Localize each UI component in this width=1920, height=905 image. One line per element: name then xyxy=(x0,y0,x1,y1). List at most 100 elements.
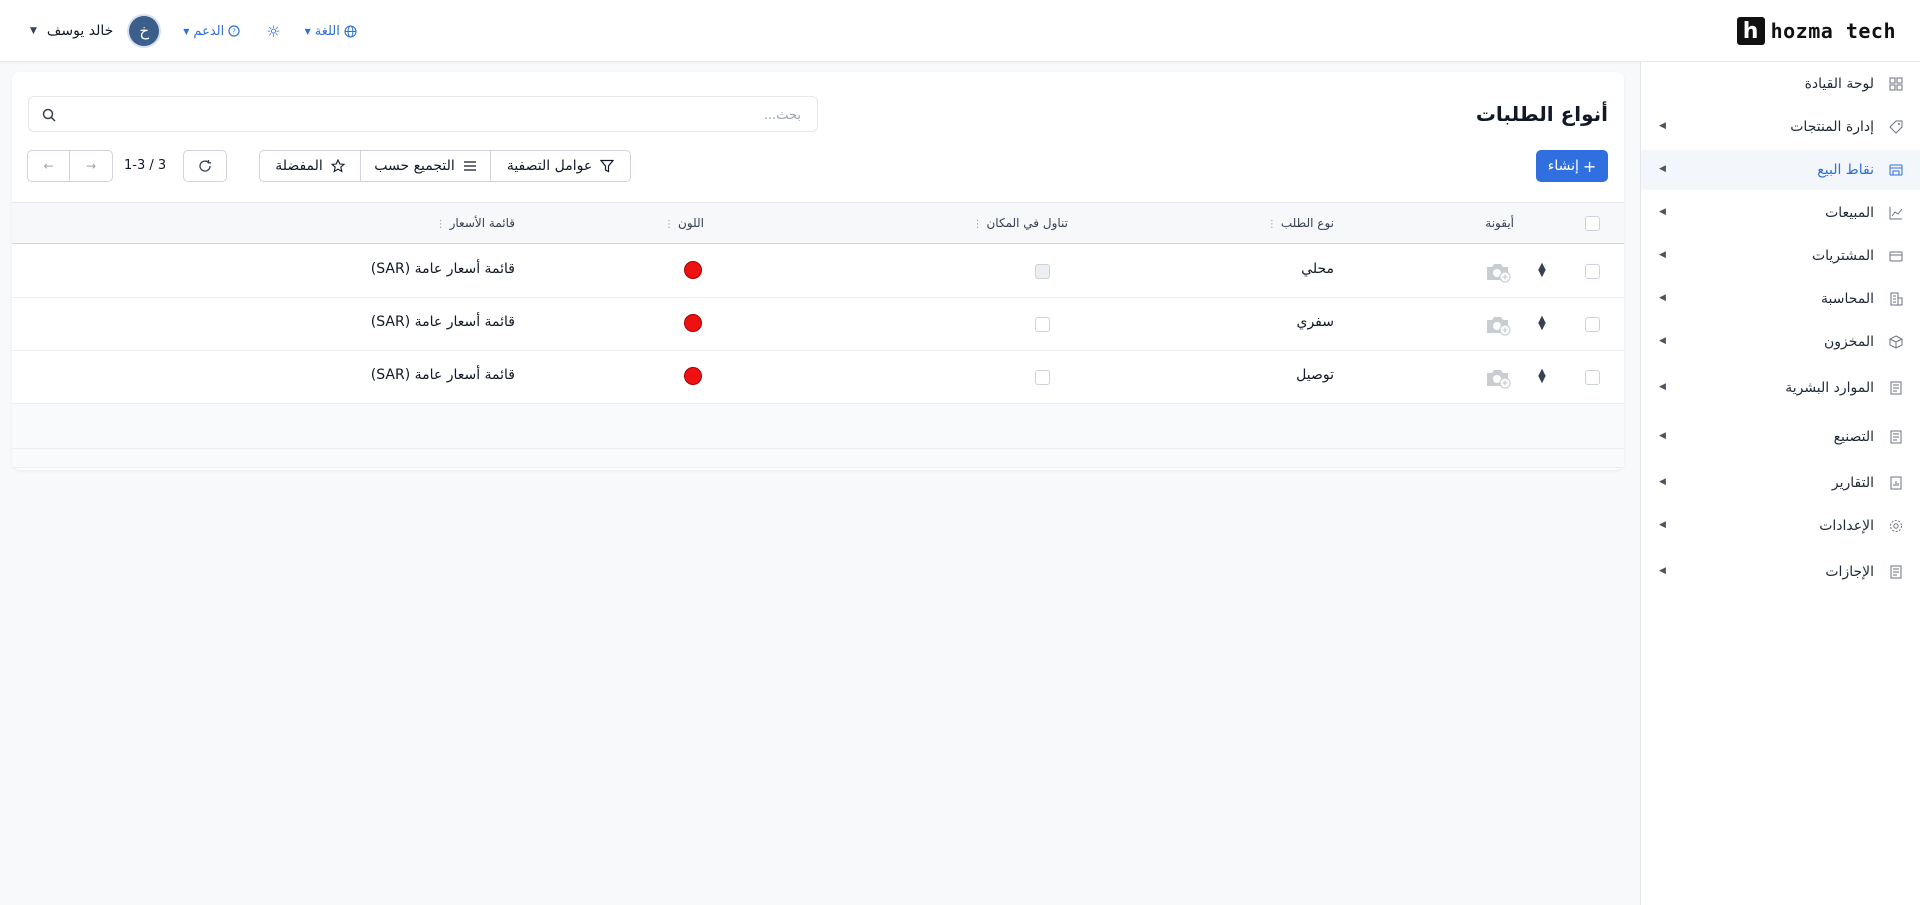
favorites-label: المفضلة xyxy=(275,158,323,174)
color-swatch xyxy=(684,314,702,332)
sort-icon: ⋮ xyxy=(435,219,446,230)
row-checkbox[interactable] xyxy=(1585,317,1600,332)
camera-icon[interactable] xyxy=(1484,367,1512,389)
sidebar-item-products[interactable]: ◀ إدارة المنتجات xyxy=(1641,107,1920,147)
favorites-button[interactable]: المفضلة xyxy=(260,151,361,181)
sidebar: لوحة القيادة ◀ إدارة المنتجات ◀ نقاط الب… xyxy=(1640,62,1920,905)
row-checkbox[interactable] xyxy=(1585,264,1600,279)
document-icon xyxy=(1888,380,1904,396)
sidebar-item-label: المخزون xyxy=(1823,334,1874,350)
next-page-arrow-icon[interactable]: → xyxy=(70,151,112,181)
expand-caret-icon: ◀ xyxy=(1659,566,1666,576)
pager: ← → xyxy=(27,150,113,182)
sidebar-item-label: المشتريات xyxy=(1811,248,1874,264)
sidebar-item-manufacturing[interactable]: ◀ التصنيع xyxy=(1641,417,1920,457)
globe-icon xyxy=(344,24,357,38)
list-icon xyxy=(463,161,476,171)
filters-button[interactable]: عوامل التصفية xyxy=(491,151,630,181)
page-title: أنواع الطلبات xyxy=(1475,102,1608,126)
document-icon xyxy=(1888,564,1904,580)
color-swatch xyxy=(684,261,702,279)
search-icon[interactable] xyxy=(41,107,57,123)
search-input[interactable] xyxy=(101,105,801,125)
sidebar-item-pos[interactable]: ◀ نقاط البيع xyxy=(1641,150,1920,190)
create-button[interactable]: إنشاء + xyxy=(1536,150,1608,182)
sidebar-item-settings[interactable]: ◀ الإعدادات xyxy=(1641,506,1920,546)
pricelist-cell: قائمة أسعار عامة (SAR) xyxy=(370,367,515,383)
support-menu[interactable]: ▼ الدعم ? xyxy=(183,24,240,39)
expand-caret-icon: ◀ xyxy=(1659,520,1666,530)
column-header-label: اللون xyxy=(678,216,704,230)
theme-toggle-sun-icon[interactable]: ☼ xyxy=(266,22,280,41)
camera-icon[interactable] xyxy=(1484,261,1512,283)
sidebar-item-label: الموارد البشرية xyxy=(1785,380,1874,396)
column-header-color[interactable]: اللون⋮ xyxy=(664,216,704,230)
drag-handle-icon[interactable]: ▲ ▼ xyxy=(1536,315,1548,332)
sidebar-item-label: التصنيع xyxy=(1833,429,1874,445)
drag-handle-icon[interactable]: ▲ ▼ xyxy=(1536,262,1548,279)
refresh-button[interactable] xyxy=(183,150,227,182)
user-name[interactable]: خالد يوسف xyxy=(47,23,113,39)
previous-page-arrow-icon[interactable]: ← xyxy=(28,151,71,181)
sidebar-item-accounting[interactable]: ◀ المحاسبة xyxy=(1641,279,1920,319)
sidebar-item-hr[interactable]: ◀ الموارد البشرية xyxy=(1641,368,1920,408)
select-all-checkbox[interactable] xyxy=(1585,216,1600,231)
sidebar-item-purchases[interactable]: ◀ المشتريات xyxy=(1641,236,1920,276)
sidebar-item-label: نقاط البيع xyxy=(1817,162,1874,178)
filters-label: عوامل التصفية xyxy=(506,158,593,174)
empty-row xyxy=(12,449,1624,468)
pager-value[interactable]: 1-3 / 3 xyxy=(124,158,166,173)
expand-caret-icon: ◀ xyxy=(1659,207,1666,217)
logo-mark-icon: h xyxy=(1736,17,1765,45)
table-row[interactable]: ▲ ▼ محلي قائمة أسعار عامة (SAR) xyxy=(12,245,1624,298)
row-checkbox[interactable] xyxy=(1585,370,1600,385)
sidebar-item-inventory[interactable]: ◀ المخزون xyxy=(1641,322,1920,362)
expand-caret-icon: ◀ xyxy=(1659,121,1666,131)
expand-caret-icon: ◀ xyxy=(1659,250,1666,260)
language-menu[interactable]: ▼ اللغة xyxy=(305,24,357,39)
sidebar-item-sales[interactable]: ◀ المبيعات xyxy=(1641,193,1920,233)
sidebar-item-leaves[interactable]: ◀ الإجازات xyxy=(1641,552,1920,592)
sidebar-item-reports[interactable]: ◀ التقارير xyxy=(1641,463,1920,503)
chart-line-icon xyxy=(1888,205,1904,221)
drag-handle-icon[interactable]: ▲ ▼ xyxy=(1536,368,1548,385)
sidebar-item-label: الإجازات xyxy=(1825,564,1874,580)
star-icon xyxy=(330,159,345,173)
expand-caret-icon: ◀ xyxy=(1659,336,1666,346)
sidebar-item-label: المحاسبة xyxy=(1820,291,1874,307)
column-header-label: نوع الطلب xyxy=(1280,216,1334,230)
expand-caret-icon: ◀ xyxy=(1659,477,1666,487)
column-header-dine-in[interactable]: تناول في المكان⋮ xyxy=(972,216,1068,230)
column-header-label: قائمة الأسعار xyxy=(449,216,515,230)
color-swatch xyxy=(684,367,702,385)
column-header-pricelist[interactable]: قائمة الأسعار⋮ xyxy=(436,216,515,230)
expand-caret-icon: ◀ xyxy=(1659,293,1666,303)
svg-text:?: ? xyxy=(232,28,236,36)
pricelist-cell: قائمة أسعار عامة (SAR) xyxy=(370,314,515,330)
sidebar-item-dashboard[interactable]: لوحة القيادة xyxy=(1641,64,1920,104)
brand-name: hozma tech xyxy=(1770,19,1896,43)
box-icon xyxy=(1888,334,1904,350)
column-header-order-type[interactable]: نوع الطلب⋮ xyxy=(1267,216,1334,230)
brand-logo[interactable]: h hozma tech xyxy=(1736,17,1896,45)
plus-icon: + xyxy=(1582,156,1597,176)
avatar[interactable]: خ xyxy=(129,16,160,46)
sidebar-item-label: التقارير xyxy=(1831,475,1874,491)
group-by-button[interactable]: التجميع حسب xyxy=(361,151,491,181)
wallet-icon xyxy=(1888,248,1904,264)
table-row[interactable]: ▲ ▼ توصيل قائمة أسعار عامة (SAR) xyxy=(12,351,1624,404)
order-type-cell: سفري xyxy=(1296,314,1335,330)
tag-icon xyxy=(1888,119,1904,135)
sort-icon: ⋮ xyxy=(972,219,983,230)
order-type-cell: توصيل xyxy=(1296,367,1334,383)
empty-row xyxy=(12,404,1624,449)
support-chevron-down-icon: ▼ xyxy=(183,26,190,36)
user-menu-chevron-down-icon[interactable]: ▼ xyxy=(30,26,37,36)
refresh-icon xyxy=(199,160,211,172)
table-row[interactable]: ▲ ▼ سفري قائمة أسعار عامة (SAR) xyxy=(12,298,1624,351)
help-circle-icon: ? xyxy=(228,25,240,37)
group-by-label: التجميع حسب xyxy=(374,158,455,174)
dine-in-checkbox xyxy=(1035,264,1050,279)
camera-icon[interactable] xyxy=(1484,314,1512,336)
search-box xyxy=(28,96,818,132)
